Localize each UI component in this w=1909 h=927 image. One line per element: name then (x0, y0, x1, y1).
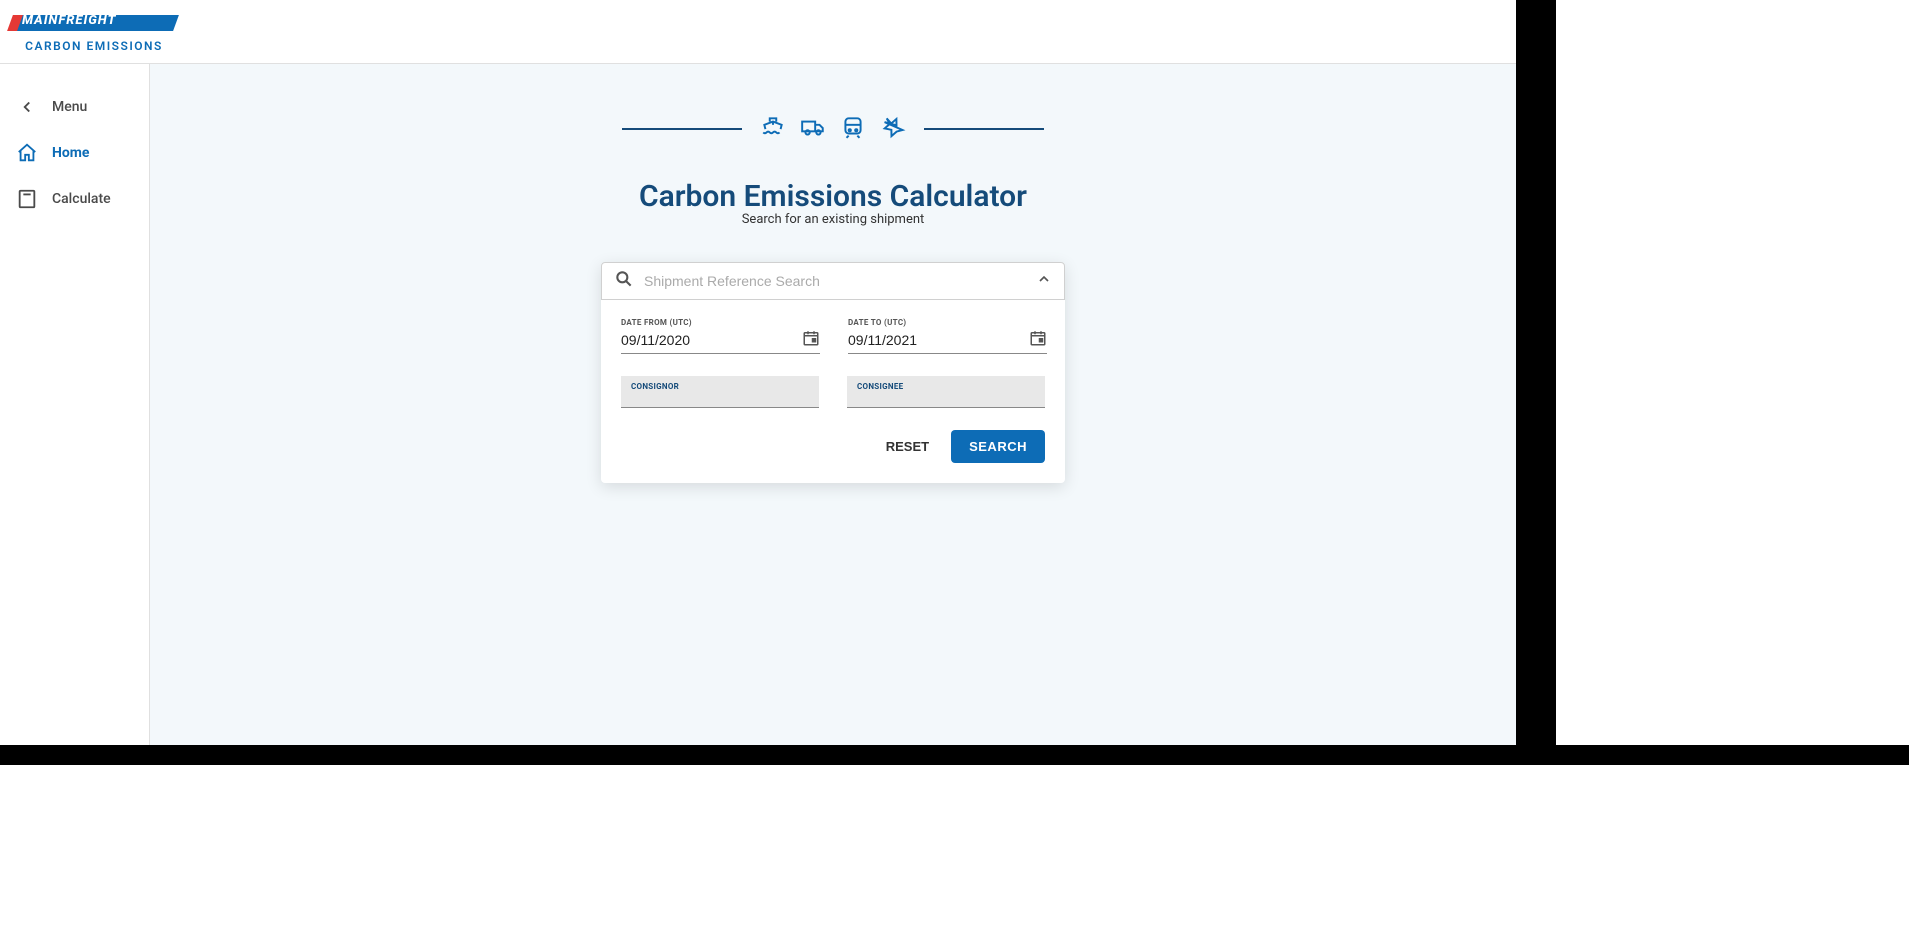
sidebar-item-calculate[interactable]: Calculate (0, 176, 149, 222)
consignor-label: CONSIGNOR (631, 382, 809, 391)
sidebar-item-menu[interactable]: Menu (0, 84, 149, 130)
search-bar[interactable] (601, 262, 1065, 300)
brand-logo: MAINFREIGHT CARBON EMISSIONS (12, 11, 176, 53)
ship-icon (760, 114, 786, 144)
consignor-field[interactable]: CONSIGNOR (621, 376, 819, 408)
plane-icon (880, 114, 906, 144)
brand-tagline: CARBON EMISSIONS (25, 39, 163, 53)
sidebar-item-home[interactable]: Home (0, 130, 149, 176)
search-icon (614, 269, 634, 293)
train-icon (840, 114, 866, 144)
chevron-left-icon (16, 96, 38, 118)
consignee-field[interactable]: CONSIGNEE (847, 376, 1045, 408)
calendar-icon[interactable] (1029, 329, 1047, 351)
sidebar-item-label: Calculate (52, 191, 111, 207)
sidebar: Menu Home Calculate (0, 64, 150, 745)
search-panel: DATE FROM (UTC) DATE TO (601, 262, 1065, 483)
chevron-up-icon[interactable] (1036, 271, 1052, 291)
date-from-label: DATE FROM (UTC) (621, 318, 820, 327)
sidebar-item-label: Menu (52, 99, 87, 115)
truck-icon (800, 114, 826, 144)
consignee-label: CONSIGNEE (857, 382, 1035, 391)
app-header: MAINFREIGHT CARBON EMISSIONS (0, 0, 1516, 64)
calculator-icon (16, 188, 38, 210)
main-content: Carbon Emissions Calculator Search for a… (150, 64, 1516, 745)
home-icon (16, 142, 38, 164)
page-title: Carbon Emissions Calculator (639, 179, 1027, 214)
transport-mode-icons (622, 114, 1044, 144)
sidebar-item-label: Home (52, 145, 89, 161)
search-button[interactable]: SEARCH (951, 430, 1045, 463)
date-to-label: DATE TO (UTC) (848, 318, 1047, 327)
date-to-input[interactable] (848, 332, 1029, 348)
brand-name: MAINFREIGHT (22, 13, 116, 28)
page-subtitle: Search for an existing shipment (742, 212, 925, 227)
calendar-icon[interactable] (802, 329, 820, 351)
date-from-input[interactable] (621, 332, 802, 348)
shipment-search-input[interactable] (644, 273, 1026, 289)
reset-button[interactable]: RESET (876, 431, 939, 462)
